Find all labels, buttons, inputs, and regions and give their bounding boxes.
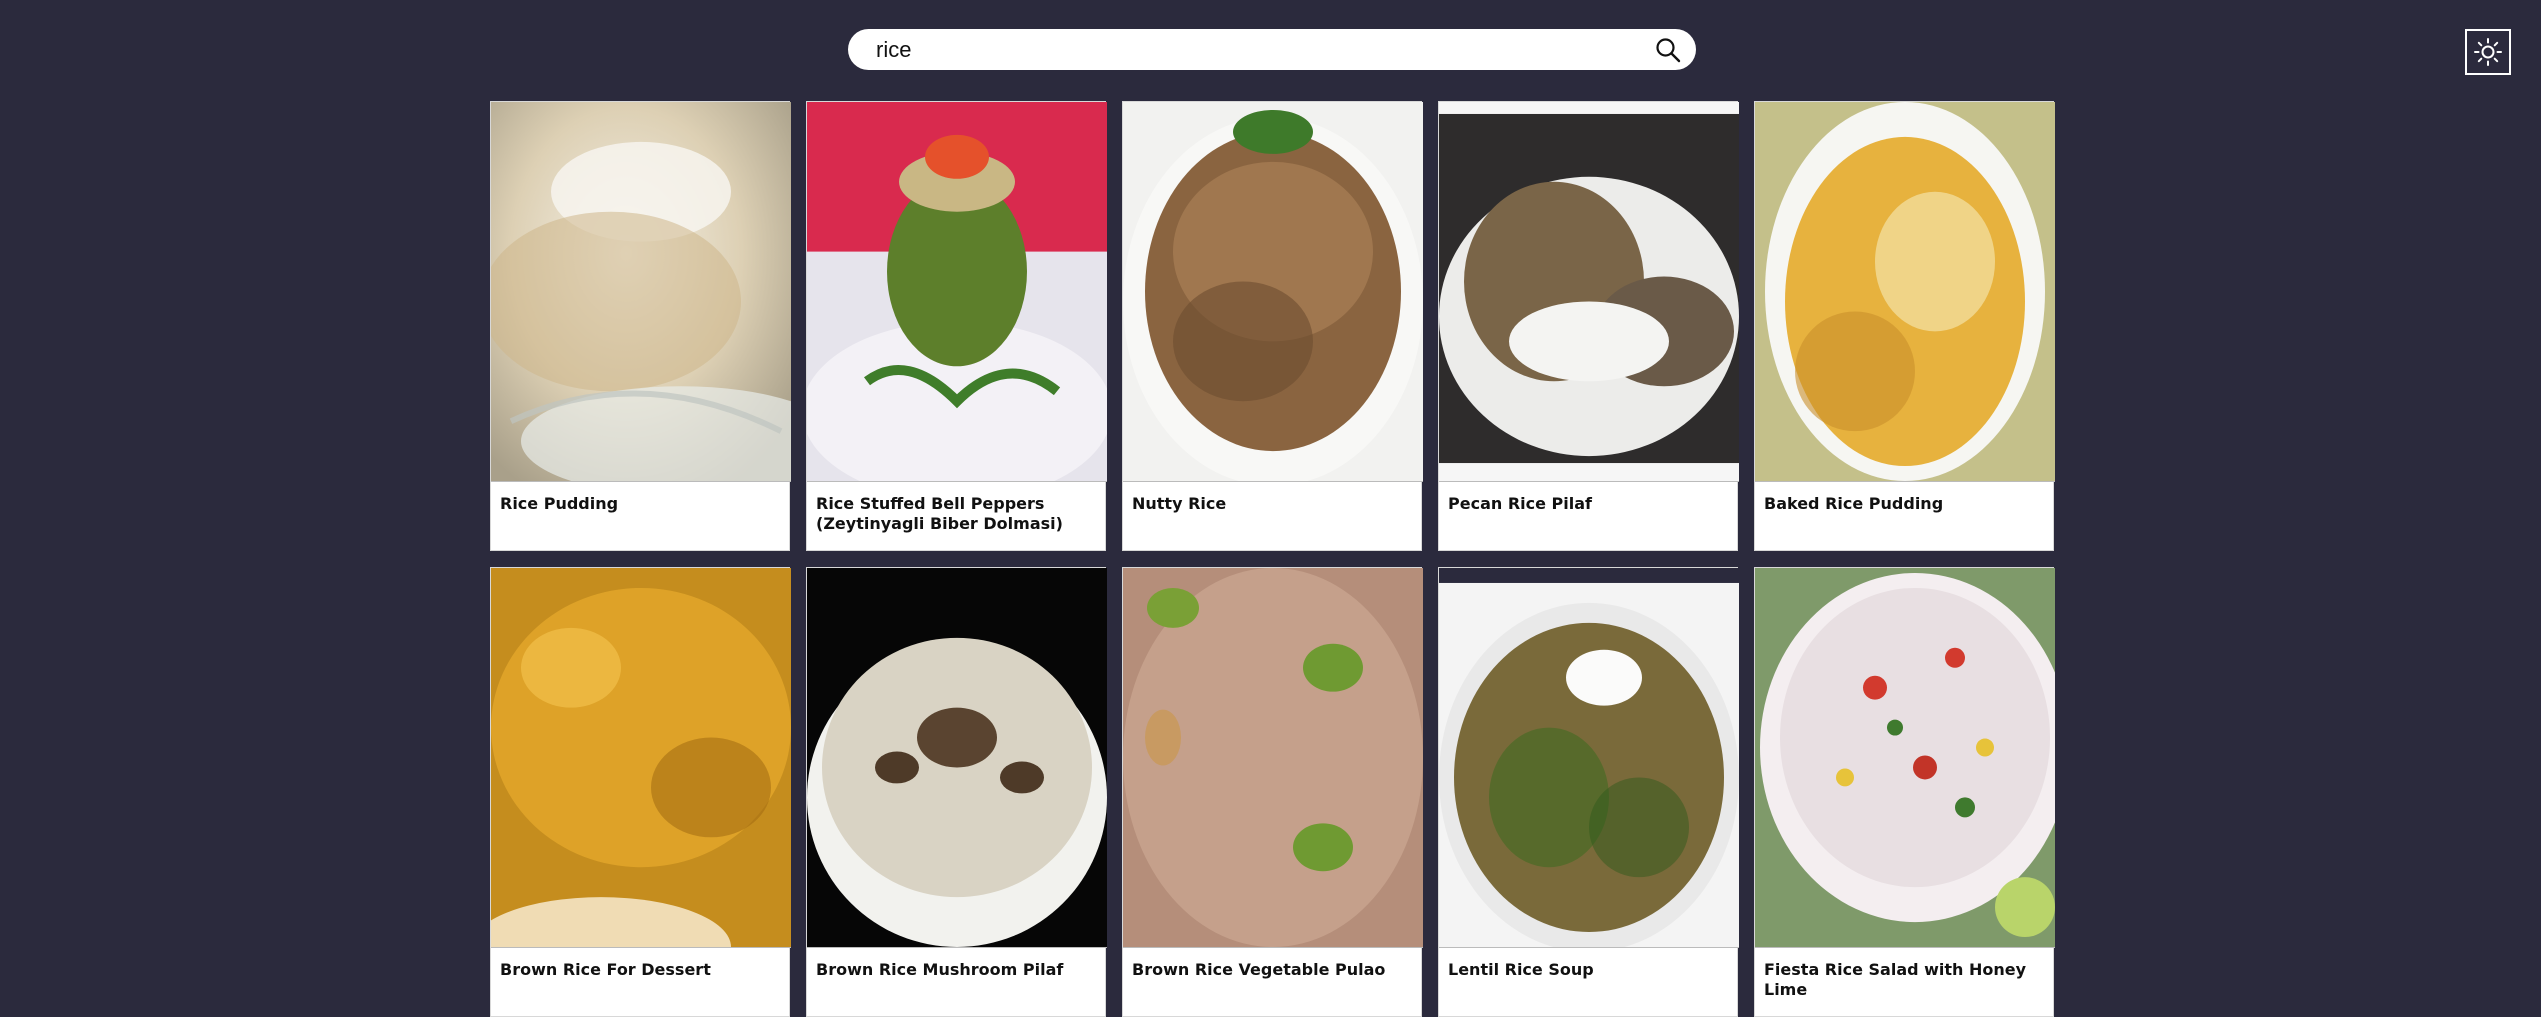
- recipe-image: [1439, 102, 1739, 482]
- recipe-image: [491, 102, 791, 482]
- recipe-image: [1123, 102, 1423, 482]
- recipe-title: Brown Rice Mushroom Pilaf: [816, 960, 1064, 979]
- recipe-card[interactable]: Nutty Rice: [1122, 101, 1423, 551]
- recipe-title: Fiesta Rice Salad with Honey Lime: [1764, 960, 2027, 999]
- recipe-image: [1439, 568, 1739, 948]
- recipe-title: Lentil Rice Soup: [1448, 960, 1594, 979]
- recipe-image: [491, 568, 791, 948]
- recipe-card[interactable]: Lentil Rice Soup: [1438, 567, 1739, 1017]
- recipe-grid: Rice Pudding Rice Stuffed Bell Peppers (…: [490, 101, 2055, 1017]
- recipe-title: Brown Rice For Dessert: [500, 960, 711, 979]
- recipe-card[interactable]: Brown Rice For Dessert: [490, 567, 791, 1017]
- recipe-title: Rice Stuffed Bell Peppers (Zeytinyagli B…: [816, 494, 1063, 533]
- recipe-title: Pecan Rice Pilaf: [1448, 494, 1592, 513]
- search-icon: [1656, 38, 1681, 63]
- recipe-card[interactable]: Rice Pudding: [490, 101, 791, 551]
- recipe-title: Nutty Rice: [1132, 494, 1227, 513]
- recipe-image: [1755, 568, 2055, 948]
- recipe-card[interactable]: Pecan Rice Pilaf: [1438, 101, 1739, 551]
- recipe-image: [807, 102, 1107, 482]
- recipe-image: [1123, 568, 1423, 948]
- recipe-card[interactable]: Rice Stuffed Bell Peppers (Zeytinyagli B…: [806, 101, 1107, 551]
- recipe-card[interactable]: Brown Rice Mushroom Pilaf: [806, 567, 1107, 1017]
- recipe-card[interactable]: Fiesta Rice Salad with Honey Lime: [1754, 567, 2055, 1017]
- recipe-card[interactable]: Baked Rice Pudding: [1754, 101, 2055, 551]
- search-bar: [848, 29, 1696, 70]
- recipe-title: Brown Rice Vegetable Pulao: [1132, 960, 1386, 979]
- recipe-title: Baked Rice Pudding: [1764, 494, 1944, 513]
- search-input[interactable]: [876, 29, 1636, 70]
- theme-toggle-button[interactable]: [2465, 29, 2511, 75]
- search-button[interactable]: [1650, 32, 1686, 68]
- recipe-image: [807, 568, 1107, 948]
- recipe-image: [1755, 102, 2055, 482]
- sun-icon: [2474, 38, 2502, 66]
- recipe-title: Rice Pudding: [500, 494, 619, 513]
- recipe-card[interactable]: Brown Rice Vegetable Pulao: [1122, 567, 1423, 1017]
